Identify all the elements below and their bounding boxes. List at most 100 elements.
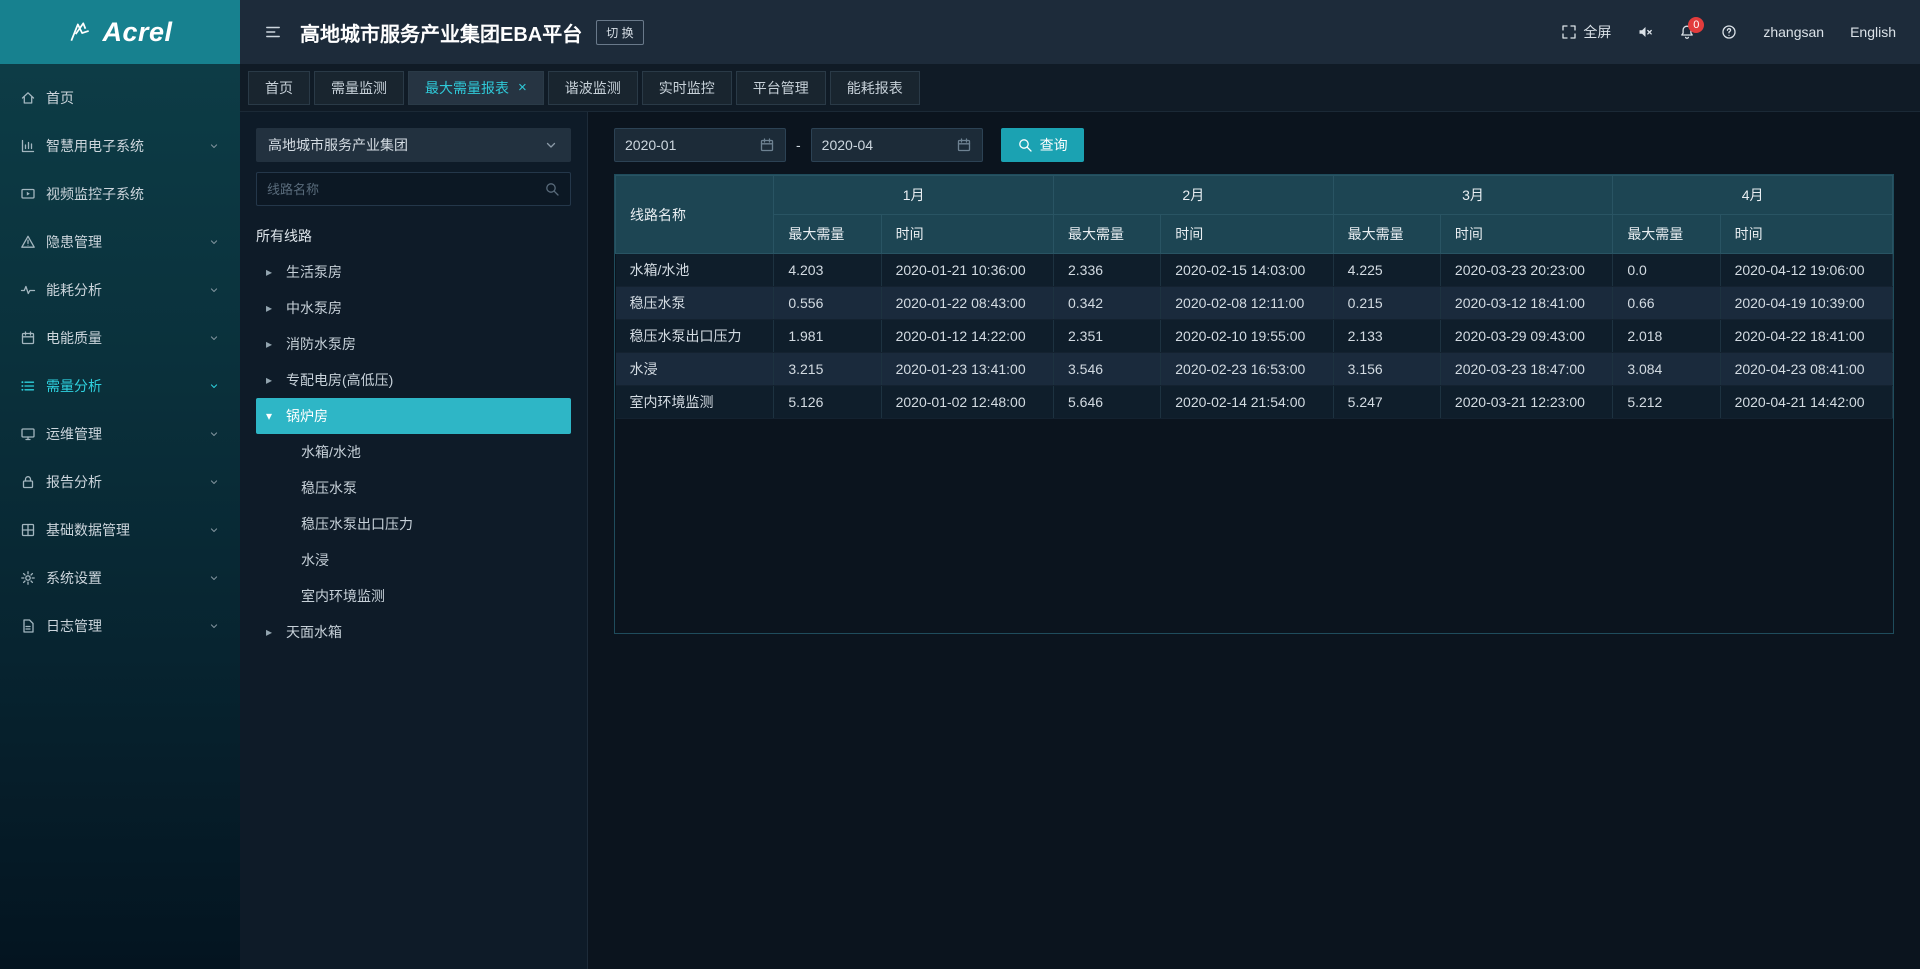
- col-month: 2月: [1054, 176, 1334, 215]
- cell-max-demand: 0.66: [1613, 287, 1720, 320]
- sidebar-item-demand-analysis[interactable]: 需量分析: [0, 362, 240, 410]
- start-date-input[interactable]: [625, 137, 759, 153]
- cell-line-name: 稳压水泵: [616, 287, 774, 320]
- caret-right-icon[interactable]: ▸: [266, 373, 278, 387]
- cell-time: 2020-04-19 10:39:00: [1720, 287, 1892, 320]
- cell-time: 2020-03-23 20:23:00: [1440, 254, 1612, 287]
- sidebar-item-energy-analysis[interactable]: 能耗分析: [0, 266, 240, 314]
- tree-leaf[interactable]: 水浸: [256, 542, 571, 578]
- col-time: 时间: [1161, 215, 1333, 254]
- tree-leaf[interactable]: 稳压水泵出口压力: [256, 506, 571, 542]
- org-select[interactable]: 高地城市服务产业集团: [256, 128, 571, 162]
- menu-toggle-icon[interactable]: [264, 23, 282, 41]
- chevron-down-icon: [208, 284, 220, 296]
- list-icon: [20, 378, 36, 394]
- tab-harmonic[interactable]: 谐波监测: [548, 71, 638, 105]
- page-title: 高地城市服务产业集团EBA平台: [300, 18, 582, 47]
- tree-node[interactable]: ▸专配电房(高低压): [256, 362, 571, 398]
- caret-right-icon[interactable]: ▸: [266, 625, 278, 639]
- sidebar-item-label: 基础数据管理: [46, 520, 208, 540]
- fullscreen-icon: [1561, 24, 1577, 40]
- sidebar-item-label: 视频监控子系统: [46, 184, 220, 204]
- tab-label: 能耗报表: [847, 78, 903, 98]
- switch-button[interactable]: 切 换: [596, 20, 643, 45]
- cell-time: 2020-03-29 09:43:00: [1440, 320, 1612, 353]
- pulse-icon: [20, 282, 36, 298]
- help-button[interactable]: [1721, 24, 1737, 40]
- tab-max-demand-report[interactable]: 最大需量报表 ×: [408, 71, 544, 105]
- tree-node[interactable]: ▾锅炉房: [256, 398, 571, 434]
- tab-label: 首页: [265, 78, 293, 98]
- language-switch[interactable]: English: [1850, 24, 1896, 40]
- sidebar-item-logs[interactable]: 日志管理: [0, 602, 240, 650]
- tab-label: 最大需量报表: [425, 78, 509, 98]
- cell-time: 2020-04-23 08:41:00: [1720, 353, 1892, 386]
- tab-demand-monitor[interactable]: 需量监测: [314, 71, 404, 105]
- fullscreen-button[interactable]: 全屏: [1561, 22, 1611, 42]
- query-button[interactable]: 查询: [1001, 128, 1084, 162]
- query-bar: - 查询: [614, 128, 1894, 162]
- tree-root-label[interactable]: 所有线路: [256, 222, 571, 254]
- user-menu[interactable]: zhangsan: [1763, 24, 1824, 40]
- sidebar-item-smart-power[interactable]: 智慧用电子系统: [0, 122, 240, 170]
- chevron-down-icon: [208, 380, 220, 392]
- end-date-picker[interactable]: [811, 128, 983, 162]
- line-search-input[interactable]: [267, 182, 544, 197]
- help-icon: [1721, 24, 1737, 40]
- cell-max-demand: 0.0: [1613, 254, 1720, 287]
- tree-leaf[interactable]: 水箱/水池: [256, 434, 571, 470]
- tab-close-icon[interactable]: ×: [518, 80, 527, 95]
- caret-right-icon[interactable]: ▸: [266, 301, 278, 315]
- search-icon[interactable]: [544, 181, 560, 197]
- cell-line-name: 稳压水泵出口压力: [616, 320, 774, 353]
- org-select-value: 高地城市服务产业集团: [268, 135, 408, 155]
- caret-right-icon[interactable]: ▸: [266, 337, 278, 351]
- caret-right-icon[interactable]: ▸: [266, 265, 278, 279]
- sidebar-item-video-monitor[interactable]: 视频监控子系统: [0, 170, 240, 218]
- table-row: 水箱/水池4.2032020-01-21 10:36:002.3362020-0…: [616, 254, 1893, 287]
- line-tree-panel: 高地城市服务产业集团 所有线路 ▸生活泵房▸中水泵房▸消防水泵房▸专配电房(高低…: [240, 112, 588, 969]
- chevron-down-icon: [208, 572, 220, 584]
- start-date-picker[interactable]: [614, 128, 786, 162]
- tree-leaf[interactable]: 稳压水泵: [256, 470, 571, 506]
- cell-time: 2020-01-23 13:41:00: [881, 353, 1053, 386]
- lock-icon: [20, 474, 36, 490]
- col-max-demand: 最大需量: [1054, 215, 1161, 254]
- tree-node[interactable]: ▸天面水箱: [256, 614, 571, 650]
- cell-max-demand: 5.126: [774, 386, 881, 419]
- notifications-button[interactable]: 0: [1679, 24, 1695, 40]
- chevron-down-icon: [208, 332, 220, 344]
- sidebar-item-home[interactable]: 首页: [0, 74, 240, 122]
- tree-node-label: 中水泵房: [286, 298, 342, 318]
- sidebar-item-label: 能耗分析: [46, 280, 208, 300]
- sidebar-item-ops[interactable]: 运维管理: [0, 410, 240, 458]
- sidebar-item-settings[interactable]: 系统设置: [0, 554, 240, 602]
- tree-node[interactable]: ▸消防水泵房: [256, 326, 571, 362]
- sidebar-item-base-data[interactable]: 基础数据管理: [0, 506, 240, 554]
- cell-max-demand: 0.215: [1333, 287, 1440, 320]
- end-date-input[interactable]: [822, 137, 956, 153]
- sidebar-item-label: 电能质量: [46, 328, 208, 348]
- main-content: - 查询: [588, 112, 1920, 969]
- cell-time: 2020-01-21 10:36:00: [881, 254, 1053, 287]
- sidebar-item-hazard[interactable]: 隐患管理: [0, 218, 240, 266]
- sidebar-item-label: 运维管理: [46, 424, 208, 444]
- tree-node[interactable]: ▸生活泵房: [256, 254, 571, 290]
- tree-node[interactable]: ▸ 中水泵房: [256, 290, 571, 326]
- tab-home[interactable]: 首页: [248, 71, 310, 105]
- calendar-icon: [956, 137, 972, 153]
- sidebar-item-power-quality[interactable]: 电能质量: [0, 314, 240, 362]
- tab-realtime[interactable]: 实时监控: [642, 71, 732, 105]
- cell-time: 2020-01-02 12:48:00: [881, 386, 1053, 419]
- tree-leaf[interactable]: 室内环境监测: [256, 578, 571, 614]
- sidebar-item-report[interactable]: 报告分析: [0, 458, 240, 506]
- tab-label: 实时监控: [659, 78, 715, 98]
- cell-time: 2020-04-22 18:41:00: [1720, 320, 1892, 353]
- mute-button[interactable]: [1637, 24, 1653, 40]
- cell-max-demand: 4.225: [1333, 254, 1440, 287]
- tab-energy-report[interactable]: 能耗报表: [830, 71, 920, 105]
- chart-icon: [20, 138, 36, 154]
- cell-time: 2020-02-15 14:03:00: [1161, 254, 1333, 287]
- caret-down-icon[interactable]: ▾: [266, 409, 278, 423]
- tab-platform[interactable]: 平台管理: [736, 71, 826, 105]
